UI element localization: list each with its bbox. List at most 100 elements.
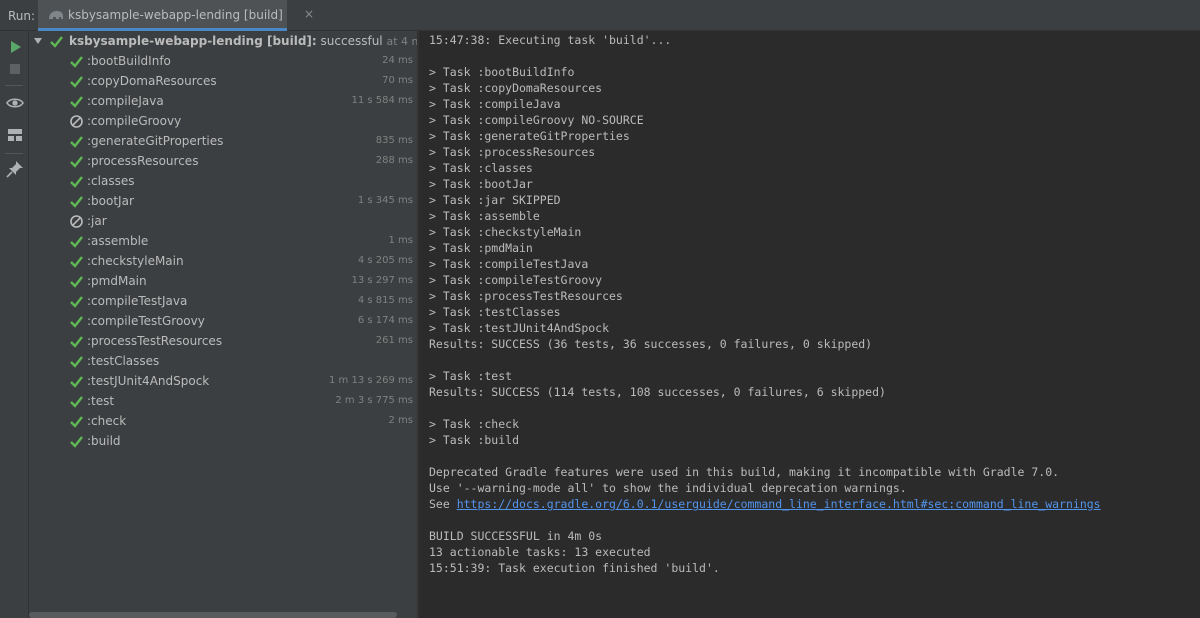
tree-task-row[interactable]: :bootBuildInfo 24 ms (29, 52, 417, 72)
console-line-text: > Task :classes (429, 161, 533, 175)
tree-task-label: :copyDomaResources (87, 74, 217, 88)
console-line-text: Results: SUCCESS (36 tests, 36 successes… (429, 337, 873, 351)
run-tool-window: Run: ksbysample-webapp-lending [build] × (0, 0, 1200, 618)
skipped-icon (70, 115, 83, 128)
tree-task-row[interactable]: :compileTestGroovy 6 s 174 ms (29, 312, 417, 332)
console-line: BUILD SUCCESSFUL in 4m 0s (429, 528, 602, 544)
console-line-text: > Task :processResources (429, 145, 596, 159)
tree-task-row[interactable]: :classes (29, 172, 417, 192)
chevron-down-icon[interactable] (33, 36, 43, 46)
success-check-icon (70, 336, 83, 348)
toolbar-divider (5, 85, 23, 86)
success-check-icon (70, 176, 83, 188)
tree-task-duration: 1 s 345 ms (357, 195, 413, 206)
success-check-icon (70, 56, 83, 68)
tree-task-row[interactable]: :compileTestJava 4 s 815 ms (29, 292, 417, 312)
tree-task-row[interactable]: :testJUnit4AndSpock 1 m 13 s 269 ms (29, 372, 417, 392)
console-line: > Task :compileTestJava (429, 256, 588, 272)
tree-task-duration: 1 ms (388, 235, 414, 246)
console-line: > Task :generateGitProperties (429, 128, 630, 144)
console-line: 15:47:38: Executing task 'build'... (429, 32, 671, 48)
tree-task-label: :compileGroovy (87, 114, 182, 128)
console-link[interactable]: https://docs.gradle.org/6.0.1/userguide/… (457, 497, 1101, 511)
tree-task-row[interactable]: :processTestResources 261 ms (29, 332, 417, 352)
tree-task-row[interactable]: :compileGroovy (29, 112, 417, 132)
tree-task-label: :classes (87, 174, 135, 188)
tree-task-row[interactable]: :check 2 ms (29, 412, 417, 432)
success-check-icon (70, 436, 83, 448)
tree-task-duration: 70 ms (382, 75, 413, 86)
tree-task-label: :checkstyleMain (87, 254, 184, 268)
tree-task-row[interactable]: :assemble 1 ms (29, 232, 417, 252)
console-output[interactable]: 15:47:38: Executing task 'build'... > Tas… (419, 31, 1200, 618)
console-line: Results: SUCCESS (36 tests, 36 successes… (429, 336, 872, 352)
console-line: > Task :check (429, 416, 519, 432)
success-check-icon (70, 256, 83, 268)
tree-task-duration: 2 m 3 s 775 ms (335, 395, 413, 406)
console-line: > Task :jar SKIPPED (429, 192, 561, 208)
success-check-icon (70, 156, 83, 168)
toolbar-divider (5, 153, 23, 154)
tree-task-duration: 2 ms (388, 415, 414, 426)
eye-icon[interactable] (5, 93, 25, 113)
tree-root-row[interactable]: ksbysample-webapp-lending [build]: succe… (29, 32, 486, 52)
console-line-text: > Task :checkstyleMain (429, 225, 582, 239)
console-line: Use '--warning-mode all' to show the ind… (429, 480, 907, 496)
tree-task-duration: 24 ms (382, 55, 413, 66)
success-check-icon (70, 96, 83, 108)
success-check-icon (70, 396, 83, 408)
console-line-text: > Task :jar SKIPPED (429, 193, 561, 207)
console-line: See https://docs.gradle.org/6.0.1/usergu… (429, 496, 1101, 512)
tree-task-row[interactable]: :bootJar 1 s 345 ms (29, 192, 417, 212)
close-icon[interactable]: × (304, 7, 314, 21)
pin-icon[interactable] (5, 159, 25, 179)
console-line-text: 15:47:38: Executing task 'build'... (429, 33, 672, 47)
tree-task-duration: 4 s 815 ms (357, 295, 413, 306)
tree-task-row[interactable]: :copyDomaResources 70 ms (29, 72, 417, 92)
console-line-text: 13 actionable tasks: 13 executed (429, 545, 651, 559)
run-tab-bar: Run: ksbysample-webapp-lending [build] × (0, 0, 1200, 31)
run-icon[interactable] (5, 37, 25, 57)
console-line: > Task :compileTestGroovy (429, 272, 602, 288)
tree-task-row[interactable]: :checkstyleMain 4 s 205 ms (29, 252, 417, 272)
tree-task-row[interactable]: :pmdMain 13 s 297 ms (29, 272, 417, 292)
tree-task-label: :test (87, 394, 115, 408)
tree-task-duration: 835 ms (375, 135, 413, 146)
success-check-icon (70, 276, 83, 288)
success-check-icon (70, 296, 83, 308)
console-line: > Task :testJUnit4AndSpock (429, 320, 609, 336)
tab-build[interactable]: ksbysample-webapp-lending [build] × (38, 0, 314, 31)
tree-task-row[interactable]: :compileJava 11 s 584 ms (29, 92, 417, 112)
tree-task-duration: 261 ms (375, 335, 413, 346)
tree-task-duration: 11 s 584 ms (351, 95, 413, 106)
console-line-text: > Task :pmdMain (429, 241, 533, 255)
console-line: > Task :pmdMain (429, 240, 533, 256)
console-line: > Task :compileJava (429, 96, 561, 112)
console-line: > Task :copyDomaResources (429, 80, 602, 96)
tree-task-label: :compileTestJava (87, 294, 188, 308)
horizontal-scrollbar[interactable] (29, 612, 397, 618)
console-line-text: See (429, 497, 457, 511)
tree-task-label: :check (87, 414, 127, 428)
console-line: > Task :processTestResources (429, 288, 623, 304)
console-line-text: > Task :compileTestGroovy (429, 273, 603, 287)
console-line-text: > Task :check (429, 417, 520, 431)
console-line-text: 15:51:39: Task execution finished 'build… (429, 561, 720, 575)
tree-task-row[interactable]: :testClasses (29, 352, 417, 372)
tree-task-row[interactable]: :test 2 m 3 s 775 ms (29, 392, 417, 412)
tree-task-row[interactable]: :jar (29, 212, 417, 232)
console-line-text: > Task :generateGitProperties (429, 129, 630, 143)
tree-task-label: :bootBuildInfo (87, 54, 171, 68)
tree-task-row[interactable]: :generateGitProperties 835 ms (29, 132, 417, 152)
console-line: > Task :build (429, 432, 519, 448)
skipped-icon (70, 215, 83, 228)
stop-icon[interactable] (5, 59, 25, 79)
tree-task-row[interactable]: :build (29, 432, 417, 452)
tree-task-label: :assemble (87, 234, 149, 248)
tree-task-label: :generateGitProperties (87, 134, 224, 148)
tree-task-duration: 288 ms (375, 155, 413, 166)
tree-task-row[interactable]: :processResources 288 ms (29, 152, 417, 172)
layout-icon[interactable] (5, 125, 25, 145)
console-line-text: > Task :bootJar (429, 177, 533, 191)
console-line: 13 actionable tasks: 13 executed (429, 544, 651, 560)
